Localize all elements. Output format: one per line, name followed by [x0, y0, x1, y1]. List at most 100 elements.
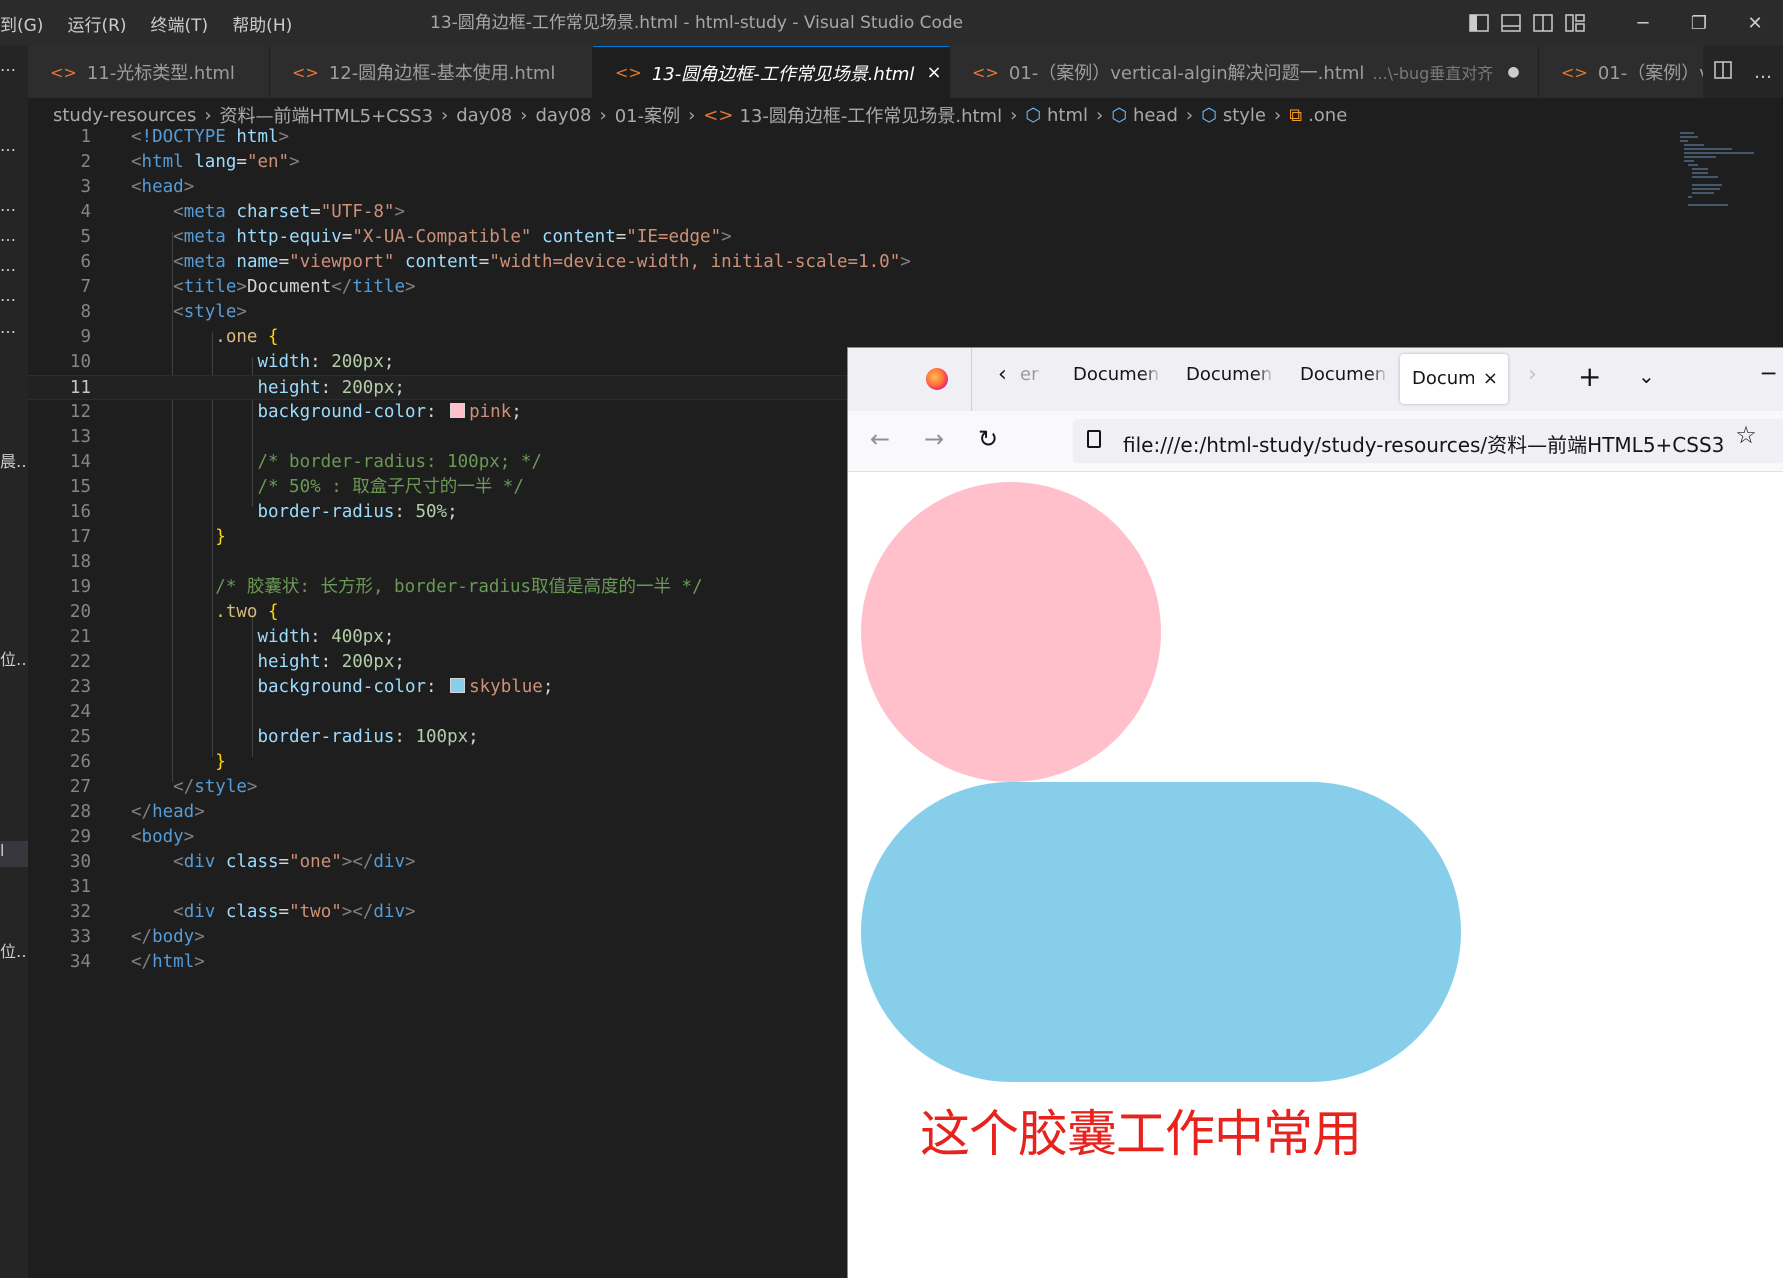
code-line: 9 .one {	[80, 327, 279, 347]
color-swatch-skyblue[interactable]	[450, 678, 466, 693]
code-line: 1 <!DOCTYPE html>	[80, 127, 290, 147]
close-window-icon[interactable]: ✕	[1727, 0, 1783, 46]
code-line: 14 /* border-radius: 100px; */	[69, 452, 542, 472]
minimap[interactable]	[1680, 132, 1770, 212]
toggle-secondary-sidebar-icon[interactable]	[1529, 0, 1557, 46]
explorer-item[interactable]: …	[0, 56, 28, 75]
browser-tab[interactable]: Documen	[1300, 364, 1388, 385]
html-file-icon: <>	[703, 104, 734, 126]
code-line: 5 <meta http-equiv="X-UA-Compatible" con…	[80, 227, 732, 247]
menu-help[interactable]: 帮助(H)	[220, 11, 304, 36]
explorer-item-selected[interactable]: l	[0, 841, 28, 867]
code-line: 20 .two {	[69, 602, 279, 622]
color-swatch-pink[interactable]	[450, 403, 466, 418]
customize-layout-icon[interactable]	[1561, 0, 1589, 46]
bookmark-star-icon[interactable]: ☆	[1728, 421, 1764, 449]
code-line: 17 }	[69, 527, 226, 547]
explorer-item[interactable]: …	[0, 136, 28, 155]
explorer-item[interactable]: …	[0, 318, 28, 337]
breadcrumb-item[interactable]: head	[1133, 105, 1178, 126]
html-file-icon: <>	[615, 63, 642, 82]
url-bar[interactable]: file:///e:/html-study/study-resources/资料…	[1073, 419, 1783, 463]
breadcrumb-item[interactable]: html	[1047, 105, 1088, 126]
url-text[interactable]: file:///e:/html-study/study-resources/资料…	[1123, 429, 1733, 458]
code-line: 24	[69, 702, 91, 722]
demo-capsule-two	[861, 782, 1461, 1082]
explorer-item[interactable]: …	[0, 226, 28, 245]
new-tab-icon[interactable]: +	[1578, 360, 1601, 393]
breadcrumb-item[interactable]: style	[1223, 105, 1266, 126]
code-line: 27 </style>	[69, 777, 258, 797]
tab-border-radius-basic[interactable]: <> 12-圆角边框-基本使用.html	[270, 46, 593, 98]
toggle-panel-icon[interactable]	[1497, 0, 1525, 46]
code-line: 21 width: 400px;	[69, 627, 395, 647]
toggle-primary-sidebar-icon[interactable]	[1465, 0, 1493, 46]
breadcrumb-item[interactable]: day08	[456, 105, 512, 126]
chevron-right-icon: ›	[1185, 104, 1194, 126]
browser-tab-active[interactable]: Docum ×	[1400, 354, 1508, 404]
tab-label: 13-圆角边框-工作常见场景.html	[651, 63, 915, 85]
unsaved-dot-icon[interactable]: ●	[1507, 64, 1519, 80]
scroll-tabs-right-icon[interactable]: ›	[1528, 362, 1537, 387]
explorer-item[interactable]: 位…	[0, 938, 28, 962]
code-line: 33 </body>	[69, 927, 205, 947]
menu-terminal[interactable]: 终端(T)	[139, 11, 221, 36]
tab-border-radius-scenarios[interactable]: <> 13-圆角边框-工作常见场景.html ×	[593, 46, 950, 98]
chevron-right-icon: ›	[204, 104, 212, 126]
html-file-icon: <>	[50, 62, 77, 82]
menu-run[interactable]: 运行(R)	[55, 11, 138, 36]
browser-tab[interactable]: Documen	[1073, 364, 1161, 385]
code-line: 2 <html lang="en">	[80, 152, 300, 172]
element-cube-icon: ⬡	[1201, 104, 1217, 126]
code-line: 13	[69, 427, 91, 447]
tab-label: 01-（案例）vertical-algin解决问题一.html	[1008, 63, 1365, 84]
forward-icon[interactable]: →	[924, 425, 944, 453]
window-controls: ─ ❐ ✕	[1463, 0, 1783, 46]
explorer-item[interactable]: …	[0, 256, 28, 275]
code-line: 19 /* 胶囊状: 长方形, border-radius取值是高度的一半 */	[69, 577, 703, 597]
explorer-item[interactable]: 位…	[0, 646, 28, 670]
firefox-logo-icon[interactable]	[926, 368, 948, 390]
code-line: 12 background-color: pink;	[69, 402, 522, 422]
chevron-right-icon: ›	[1274, 104, 1282, 126]
explorer-item[interactable]: 晨…	[0, 448, 28, 472]
browser-minimize-icon[interactable]: ─	[1762, 362, 1775, 387]
minimize-icon[interactable]: ─	[1615, 0, 1671, 46]
tab-cursor-types[interactable]: <> 11-光标类型.html	[28, 46, 270, 98]
editor-tabs: <> 11-光标类型.html <> 12-圆角边框-基本使用.html <> …	[28, 46, 1783, 98]
explorer-item[interactable]: …	[0, 286, 28, 305]
menu-bar: 到(G) 运行(R) 终端(T) 帮助(H)	[0, 0, 304, 46]
demo-circle-one	[861, 482, 1161, 782]
code-line: 7 <title>Document</title>	[80, 277, 416, 297]
browser-tab[interactable]: Documen	[1186, 364, 1274, 385]
browser-viewport: 这个胶囊工作中常用	[848, 472, 1783, 1278]
close-tab-icon[interactable]: ×	[1483, 354, 1498, 404]
breadcrumb-item[interactable]: .one	[1308, 105, 1347, 126]
browser-window: ‹ en Documen Documen Documen Docum × › +…	[847, 347, 1783, 1278]
close-icon[interactable]: ×	[926, 62, 941, 83]
reload-icon[interactable]: ↻	[978, 425, 998, 453]
explorer-item[interactable]: …	[0, 196, 28, 215]
code-line: 32 <div class="two"></div>	[69, 902, 416, 922]
chevron-right-icon: ›	[688, 104, 696, 126]
browser-tab[interactable]: en	[1020, 364, 1040, 385]
tab-vertical-align-case[interactable]: <> 01-（案例）vertical-algin解决问题一.html ...\-…	[950, 46, 1539, 98]
scroll-tabs-left-icon[interactable]: ‹	[998, 362, 1007, 387]
code-line: 31	[69, 877, 91, 897]
browser-navbar: ← → ↻ file:///e:/html-study/study-resour…	[848, 411, 1783, 472]
code-line: 29 <body>	[69, 827, 195, 847]
breadcrumb-item[interactable]: day08	[535, 105, 591, 126]
code-line: 30 <div class="one"></div>	[69, 852, 416, 872]
code-line: 4 <meta charset="UTF-8">	[80, 202, 406, 222]
more-actions-icon[interactable]: …	[1743, 62, 1783, 83]
page-file-icon	[1087, 430, 1101, 448]
breadcrumb-item[interactable]: study-resources	[53, 105, 196, 126]
split-editor-icon[interactable]	[1703, 60, 1743, 84]
back-icon[interactable]: ←	[870, 425, 890, 453]
code-line: 10 width: 200px;	[69, 352, 395, 372]
menu-goto[interactable]: 到(G)	[0, 11, 55, 36]
restore-icon[interactable]: ❐	[1671, 0, 1727, 46]
code-line: 23 background-color: skyblue;	[69, 677, 554, 697]
list-all-tabs-icon[interactable]: ⌄	[1638, 364, 1655, 388]
code-line: 22 height: 200px;	[69, 652, 405, 672]
